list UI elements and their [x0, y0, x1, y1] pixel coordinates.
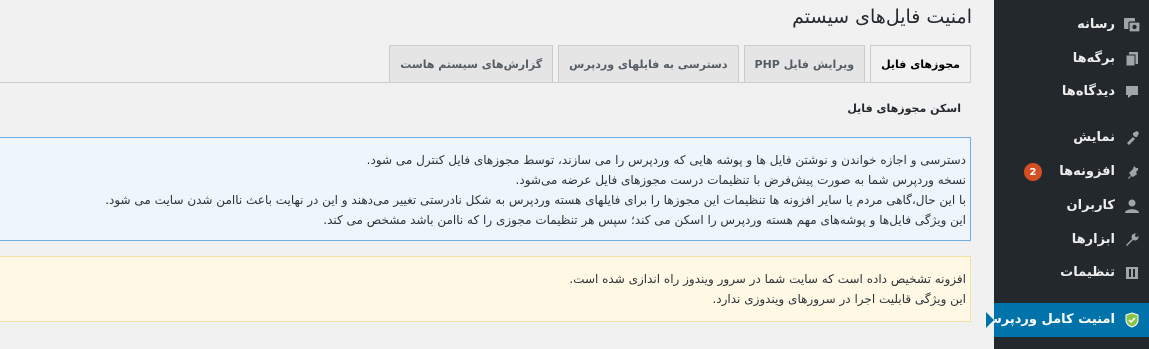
sidebar-item-tools[interactable]: ابزارها	[994, 223, 1149, 257]
sidebar-item-label: نمایش	[1073, 130, 1115, 145]
info-notice-line: با این حال،گاهی مردم یا سایر افزونه ها ت…	[105, 193, 966, 207]
tab-wordpress-file-access[interactable]: دسترسی به فایلهای وردپرس	[558, 45, 739, 82]
main-content: امنیت فایل‌های سیستم مجوزهای فایل ویرایش…	[0, 0, 994, 349]
admin-sidebar: رسانه برگه‌ها دیدگاه‌ها نمایش افزونه‌ها …	[984, 0, 1149, 349]
sidebar-item-full-security[interactable]: امنیت کامل وردپرس	[984, 303, 1149, 337]
sidebar-item-label: ابزارها	[1071, 232, 1115, 247]
sidebar-item-label: امنیت کامل وردپرس	[983, 312, 1115, 327]
appearance-icon	[1123, 130, 1141, 146]
media-icon	[1123, 17, 1141, 33]
sidebar-item-pages[interactable]: برگه‌ها	[994, 42, 1149, 76]
tab-php-file-editing[interactable]: ویرایش فایل PHP	[743, 45, 866, 82]
sidebar-item-label: دیدگاه‌ها	[1061, 84, 1115, 99]
info-notice-line: این ویژگی فایل‌ها و پوشه‌های مهم هسته ور…	[323, 213, 966, 227]
info-notice: دسترسی و اجازه خواندن و نوشتن فایل ها و …	[0, 137, 971, 241]
info-notice-line: دسترسی و اجازه خواندن و نوشتن فایل ها و …	[366, 153, 966, 167]
update-count-badge: 2	[1024, 163, 1042, 181]
tab-host-system-logs[interactable]: گزارش‌های سیستم هاست	[389, 45, 554, 82]
tools-icon	[1123, 232, 1141, 248]
sidebar-item-media[interactable]: رسانه	[994, 8, 1149, 42]
warning-notice-line: افزونه تشخیص داده است که سایت شما در سرو…	[569, 272, 966, 286]
tab-file-permissions[interactable]: مجوزهای فایل	[870, 45, 971, 83]
section-title: اسکن مجوزهای فایل	[847, 102, 961, 115]
sidebar-item-settings[interactable]: تنظیمات	[994, 256, 1149, 290]
sidebar-item-label: رسانه	[1077, 17, 1115, 32]
shield-icon	[1123, 312, 1141, 328]
tab-bar: مجوزهای فایل ویرایش فایل PHP دسترسی به ف…	[389, 45, 971, 83]
comments-icon	[1123, 84, 1141, 100]
sidebar-item-plugins[interactable]: افزونه‌ها 2	[994, 155, 1149, 189]
plugins-icon	[1123, 164, 1141, 180]
sidebar-item-label: کاربران	[1066, 198, 1115, 213]
sidebar-item-comments[interactable]: دیدگاه‌ها	[994, 75, 1149, 109]
sidebar-item-users[interactable]: کاربران	[994, 189, 1149, 223]
settings-icon	[1123, 265, 1141, 281]
sidebar-item-label: برگه‌ها	[1072, 51, 1115, 66]
pages-icon	[1123, 51, 1141, 67]
tabs-divider	[0, 82, 971, 83]
users-icon	[1123, 198, 1141, 214]
page-title: امنیت فایل‌های سیستم	[792, 6, 972, 28]
warning-notice-line: این ویژگی قابلیت اجرا در سرورهای ویندوزی…	[712, 292, 966, 306]
sidebar-item-label: تنظیمات	[1060, 265, 1115, 280]
info-notice-line: نسخه وردپرس شما به صورت پیش‌فرض با تنظیم…	[515, 173, 966, 187]
warning-notice: افزونه تشخیص داده است که سایت شما در سرو…	[0, 256, 971, 322]
sidebar-item-label: افزونه‌ها	[1059, 164, 1115, 179]
sidebar-item-appearance[interactable]: نمایش	[994, 121, 1149, 155]
